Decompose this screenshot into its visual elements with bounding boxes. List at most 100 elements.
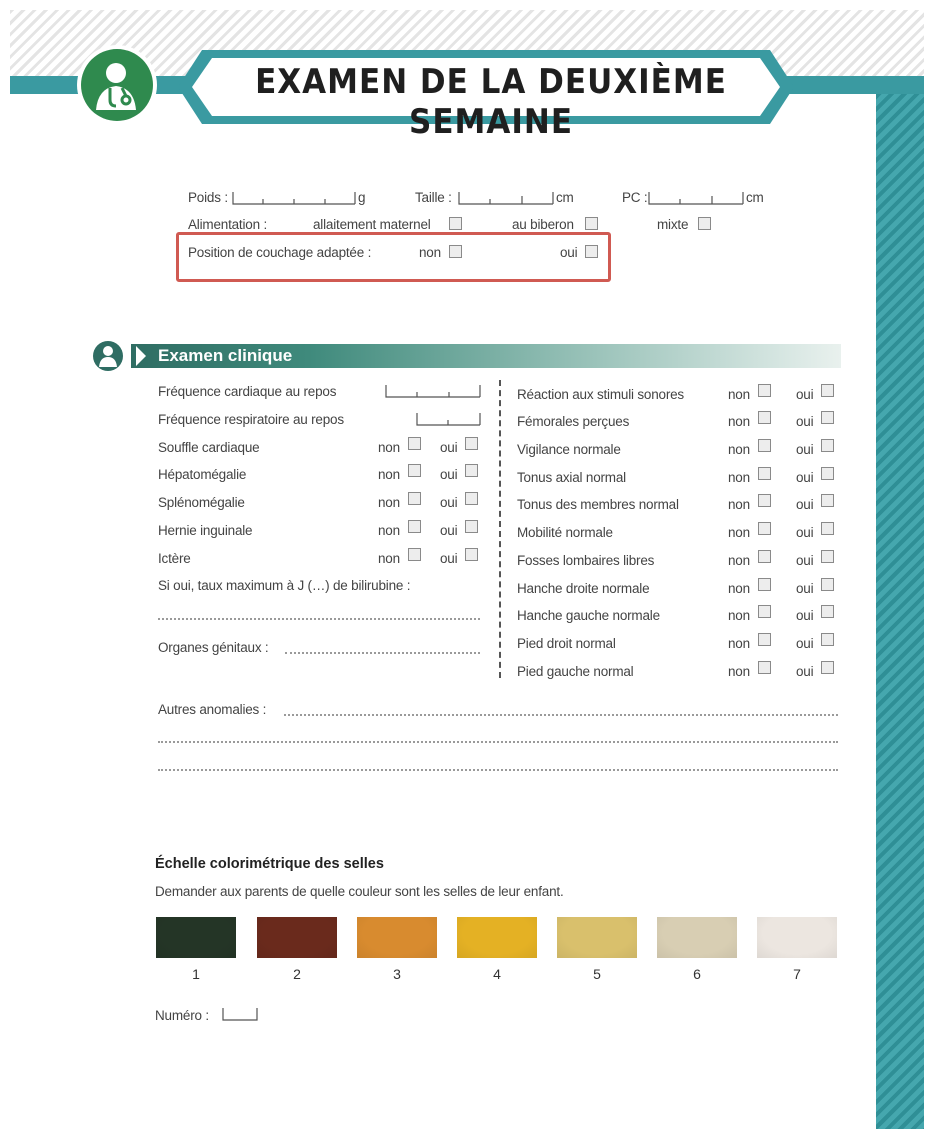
couchage-label: Position de couchage adaptée : bbox=[188, 245, 372, 260]
oui-checkbox[interactable] bbox=[465, 492, 478, 505]
non-checkbox[interactable] bbox=[758, 467, 771, 480]
non-label: non bbox=[378, 551, 400, 566]
left-row-label: Hépatomégalie bbox=[158, 467, 247, 482]
left-row-label: Fréquence respiratoire au repos bbox=[158, 412, 344, 427]
oui-checkbox[interactable] bbox=[821, 467, 834, 480]
oui-checkbox[interactable] bbox=[465, 464, 478, 477]
numero-input-box[interactable] bbox=[222, 1006, 258, 1022]
left-row-label: Splénomégalie bbox=[158, 495, 245, 510]
oui-label: oui bbox=[796, 664, 814, 679]
non-label: non bbox=[378, 495, 400, 510]
left-row-label: Hernie inguinale bbox=[158, 523, 253, 538]
section-arrow bbox=[136, 346, 146, 366]
stool-color-swatch[interactable] bbox=[457, 917, 537, 958]
stool-color-swatch[interactable] bbox=[757, 917, 837, 958]
non-checkbox[interactable] bbox=[758, 411, 771, 424]
stool-color-swatch[interactable] bbox=[156, 917, 236, 958]
non-checkbox[interactable] bbox=[758, 550, 771, 563]
right-row-label: Hanche droite normale bbox=[517, 581, 650, 596]
oui-checkbox[interactable] bbox=[465, 520, 478, 533]
option-allaitement-label: allaitement maternel bbox=[313, 217, 431, 232]
fr-input-boxes[interactable] bbox=[416, 411, 481, 427]
right-row-label: Fémorales perçues bbox=[517, 414, 630, 429]
organes-dotted-field[interactable] bbox=[285, 652, 480, 654]
poids-label: Poids : bbox=[188, 190, 228, 205]
poids-input-boxes[interactable] bbox=[232, 190, 356, 206]
oui-label: oui bbox=[796, 608, 814, 623]
oui-label: oui bbox=[440, 551, 458, 566]
oui-checkbox[interactable] bbox=[821, 494, 834, 507]
swatch-number: 4 bbox=[493, 966, 501, 982]
non-checkbox[interactable] bbox=[408, 520, 421, 533]
non-label: non bbox=[728, 525, 750, 540]
autres-label: Autres anomalies : bbox=[158, 702, 267, 717]
oui-checkbox[interactable] bbox=[821, 633, 834, 646]
non-label: non bbox=[728, 608, 750, 623]
right-row-label: Pied droit normal bbox=[517, 636, 616, 651]
oui-checkbox[interactable] bbox=[821, 578, 834, 591]
non-checkbox[interactable] bbox=[758, 522, 771, 535]
oui-checkbox[interactable] bbox=[821, 384, 834, 397]
swatch-number: 3 bbox=[393, 966, 401, 982]
allaitement-checkbox[interactable] bbox=[449, 217, 462, 230]
oui-checkbox[interactable] bbox=[821, 605, 834, 618]
right-teal-margin bbox=[876, 94, 924, 1129]
oui-checkbox[interactable] bbox=[821, 411, 834, 424]
fc-input-boxes[interactable] bbox=[385, 383, 481, 399]
non-label: non bbox=[378, 467, 400, 482]
swatch-number: 5 bbox=[593, 966, 601, 982]
non-checkbox[interactable] bbox=[758, 661, 771, 674]
non-checkbox[interactable] bbox=[758, 605, 771, 618]
stool-color-swatch[interactable] bbox=[357, 917, 437, 958]
oui-checkbox[interactable] bbox=[821, 661, 834, 674]
right-row-label: Vigilance normale bbox=[517, 442, 621, 457]
non-checkbox[interactable] bbox=[758, 578, 771, 591]
swatch-number: 1 bbox=[192, 966, 200, 982]
oui-label: oui bbox=[796, 470, 814, 485]
pc-input-boxes[interactable] bbox=[648, 190, 744, 206]
poids-unit: g bbox=[358, 190, 366, 205]
right-row-label: Pied gauche normal bbox=[517, 664, 634, 679]
couchage-non-checkbox[interactable] bbox=[449, 245, 462, 258]
stool-color-swatch[interactable] bbox=[557, 917, 637, 958]
oui-checkbox[interactable] bbox=[465, 437, 478, 450]
autres-dotted-field[interactable] bbox=[284, 714, 838, 716]
bilirubine-dotted-field[interactable] bbox=[158, 618, 480, 620]
couchage-non-label: non bbox=[419, 245, 441, 260]
non-label: non bbox=[728, 442, 750, 457]
oui-label: oui bbox=[796, 497, 814, 512]
non-checkbox[interactable] bbox=[408, 464, 421, 477]
biberon-checkbox[interactable] bbox=[585, 217, 598, 230]
taille-unit: cm bbox=[556, 190, 574, 205]
stool-color-swatch[interactable] bbox=[657, 917, 737, 958]
non-checkbox[interactable] bbox=[758, 384, 771, 397]
oui-checkbox[interactable] bbox=[821, 439, 834, 452]
oui-checkbox[interactable] bbox=[821, 522, 834, 535]
right-row-label: Réaction aux stimuli sonores bbox=[517, 387, 684, 402]
oui-label: oui bbox=[796, 553, 814, 568]
non-checkbox[interactable] bbox=[408, 492, 421, 505]
oui-checkbox[interactable] bbox=[821, 550, 834, 563]
stool-scale-subtitle: Demander aux parents de quelle couleur s… bbox=[155, 884, 564, 899]
oui-checkbox[interactable] bbox=[465, 548, 478, 561]
left-row-label: Fréquence cardiaque au repos bbox=[158, 384, 337, 399]
non-label: non bbox=[728, 664, 750, 679]
non-checkbox[interactable] bbox=[408, 548, 421, 561]
non-checkbox[interactable] bbox=[758, 633, 771, 646]
autres-dotted-field[interactable] bbox=[158, 741, 838, 743]
pc-unit: cm bbox=[746, 190, 764, 205]
autres-dotted-field[interactable] bbox=[158, 769, 838, 771]
oui-label: oui bbox=[796, 581, 814, 596]
couchage-oui-checkbox[interactable] bbox=[585, 245, 598, 258]
mixte-checkbox[interactable] bbox=[698, 217, 711, 230]
non-checkbox[interactable] bbox=[758, 439, 771, 452]
stool-scale-title: Échelle colorimétrique des selles bbox=[155, 856, 384, 872]
non-checkbox[interactable] bbox=[408, 437, 421, 450]
non-checkbox[interactable] bbox=[758, 494, 771, 507]
non-label: non bbox=[728, 581, 750, 596]
non-label: non bbox=[728, 553, 750, 568]
option-biberon-label: au biberon bbox=[512, 217, 574, 232]
alimentation-label: Alimentation : bbox=[188, 217, 267, 232]
taille-input-boxes[interactable] bbox=[458, 190, 554, 206]
stool-color-swatch[interactable] bbox=[257, 917, 337, 958]
